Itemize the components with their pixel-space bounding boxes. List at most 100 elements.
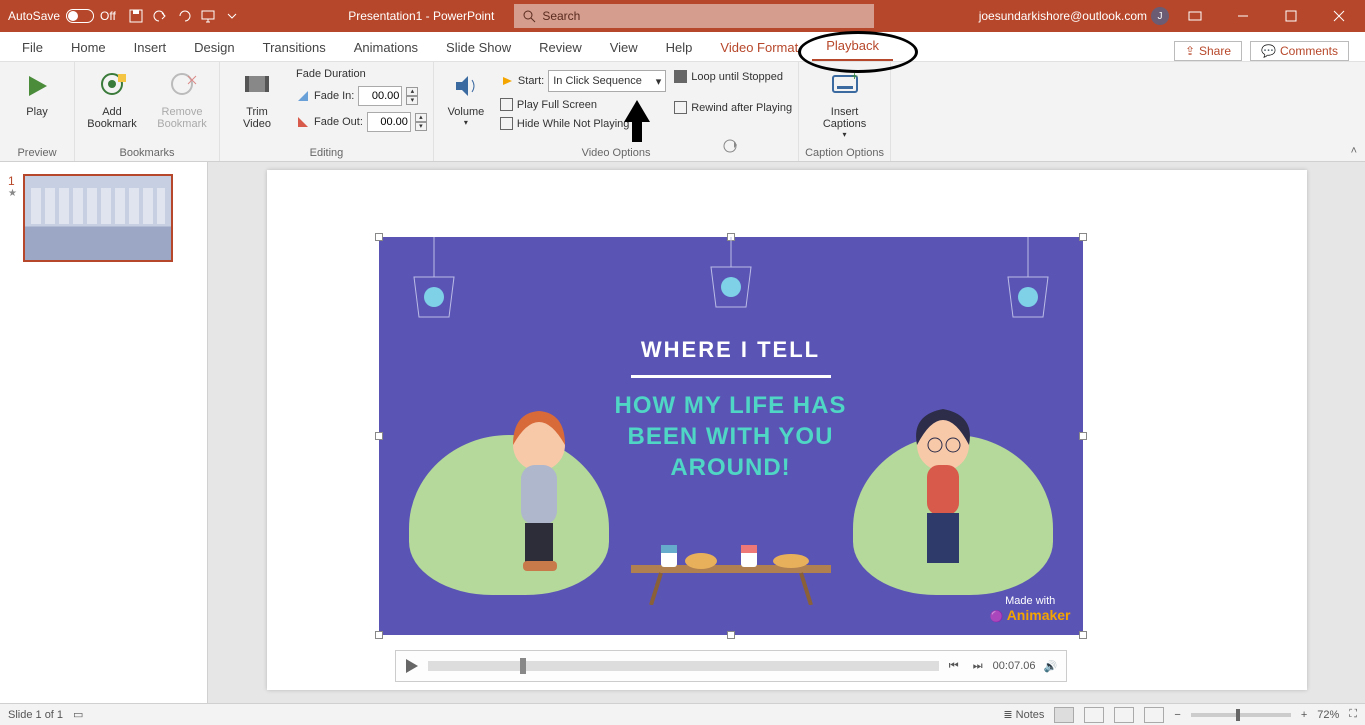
tab-slideshow[interactable]: Slide Show xyxy=(432,34,525,61)
video-frame: WHERE I TELL HOW MY LIFE HAS BEEN WITH Y… xyxy=(379,237,1083,635)
video-play-button[interactable] xyxy=(402,656,422,676)
tab-video-format[interactable]: Video Format xyxy=(706,34,812,61)
qat-more-button[interactable] xyxy=(220,4,244,28)
video-mute-button[interactable]: 🔊 xyxy=(1042,657,1060,675)
divider xyxy=(631,375,831,378)
accessibility-icon[interactable]: ▭ xyxy=(73,708,83,721)
tab-design[interactable]: Design xyxy=(180,34,248,61)
step-forward-button[interactable]: ⏭ xyxy=(969,657,987,675)
fade-in-icon xyxy=(296,89,310,103)
step-back-button[interactable]: ⏮ xyxy=(945,657,963,675)
character-right xyxy=(883,405,1003,605)
slide-counter[interactable]: Slide 1 of 1 xyxy=(8,709,63,721)
ribbon-display-button[interactable] xyxy=(1173,0,1217,32)
animaker-logo-icon: 🟣 xyxy=(990,611,1004,623)
trim-video-button[interactable]: Trim Video xyxy=(226,66,288,130)
zoom-out-button[interactable]: − xyxy=(1174,709,1180,721)
fade-in-up[interactable]: ▴ xyxy=(406,87,418,96)
tab-transitions[interactable]: Transitions xyxy=(249,34,340,61)
remove-bookmark-button: Remove Bookmark xyxy=(151,66,213,130)
undo-button[interactable] xyxy=(148,4,172,28)
save-button[interactable] xyxy=(124,4,148,28)
share-button[interactable]: ⇪Share xyxy=(1174,41,1242,61)
zoom-in-button[interactable]: + xyxy=(1301,709,1307,721)
video-object[interactable]: WHERE I TELL HOW MY LIFE HAS BEEN WITH Y… xyxy=(379,237,1083,635)
loop-until-stopped-checkbox[interactable]: Loop until Stopped xyxy=(674,70,792,83)
titlebar-center: Presentation1 - PowerPoint Search xyxy=(244,4,979,28)
start-dropdown[interactable]: In Click Sequence ▾ xyxy=(548,70,666,92)
bookmark-remove-icon xyxy=(166,70,198,102)
user-email[interactable]: joesundarkishore@outlook.com xyxy=(979,9,1147,23)
reading-view-button[interactable] xyxy=(1114,707,1134,723)
start-label: Start: xyxy=(518,75,544,87)
share-icon: ⇪ xyxy=(1185,44,1195,58)
zoom-thumb[interactable] xyxy=(1236,709,1240,721)
collapse-ribbon-button[interactable]: ˄ xyxy=(1351,145,1357,157)
volume-icon xyxy=(450,70,482,102)
autosave-label: AutoSave xyxy=(8,9,60,23)
table-icon xyxy=(631,545,831,605)
fade-in-input[interactable] xyxy=(358,86,402,106)
comments-button[interactable]: 💬Comments xyxy=(1250,41,1349,61)
tab-review[interactable]: Review xyxy=(525,34,596,61)
normal-view-button[interactable] xyxy=(1054,707,1074,723)
slideshow-view-button[interactable] xyxy=(1144,707,1164,723)
group-caption-options: + Insert Captions ▾ Caption Options xyxy=(799,62,891,161)
chevron-down-icon: ▾ xyxy=(656,75,662,88)
checkbox-icon xyxy=(500,98,513,111)
document-title: Presentation1 - PowerPoint xyxy=(348,9,494,23)
thumbnail-slide-1[interactable]: 1 ★ xyxy=(8,174,199,262)
tab-help[interactable]: Help xyxy=(652,34,707,61)
titlebar: AutoSave Off Presentation1 - PowerPoint … xyxy=(0,0,1365,32)
tab-home[interactable]: Home xyxy=(57,34,120,61)
video-seek-track[interactable] xyxy=(428,661,939,671)
zoom-slider[interactable] xyxy=(1191,713,1291,717)
lamp-icon xyxy=(993,237,1063,347)
seek-thumb[interactable] xyxy=(520,658,526,674)
slideshow-from-start-button[interactable] xyxy=(196,4,220,28)
tab-file[interactable]: File xyxy=(8,34,57,61)
fade-in-down[interactable]: ▾ xyxy=(406,96,418,105)
comment-icon: 💬 xyxy=(1261,44,1276,58)
play-icon xyxy=(21,70,53,102)
tab-animations[interactable]: Animations xyxy=(340,34,432,61)
fit-to-window-button[interactable]: ⛶ xyxy=(1349,708,1357,721)
toggle-icon xyxy=(66,9,94,23)
fade-out-input[interactable] xyxy=(367,112,411,132)
video-time: 00:07.06 xyxy=(993,660,1036,672)
slide-canvas[interactable]: WHERE I TELL HOW MY LIFE HAS BEEN WITH Y… xyxy=(208,162,1365,705)
fade-out-down[interactable]: ▾ xyxy=(415,122,427,131)
sorter-view-button[interactable] xyxy=(1084,707,1104,723)
tab-view[interactable]: View xyxy=(596,34,652,61)
animaker-watermark: Made with 🟣 Animaker xyxy=(990,595,1071,623)
chevron-down-icon: ▾ xyxy=(843,130,847,139)
volume-button[interactable]: Volume ▾ xyxy=(440,66,492,127)
play-button[interactable]: Play xyxy=(6,66,68,118)
fade-out-up[interactable]: ▴ xyxy=(415,113,427,122)
autosave-toggle[interactable]: AutoSave Off xyxy=(0,9,124,23)
search-input[interactable]: Search xyxy=(514,4,874,28)
avatar[interactable]: J xyxy=(1151,7,1169,25)
maximize-button[interactable] xyxy=(1269,0,1313,32)
tab-playback[interactable]: Playback xyxy=(812,32,893,61)
minimize-button[interactable] xyxy=(1221,0,1265,32)
video-text-line2: HOW MY LIFE HAS BEEN WITH YOU AROUND! xyxy=(615,390,847,484)
close-button[interactable] xyxy=(1317,0,1361,32)
ribbon-tabs: File Home Insert Design Transitions Anim… xyxy=(0,32,1365,62)
play-full-screen-checkbox[interactable]: Play Full Screen xyxy=(500,98,666,111)
chevron-down-icon: ▾ xyxy=(464,118,468,127)
autosave-state: Off xyxy=(100,9,116,23)
redo-button[interactable] xyxy=(172,4,196,28)
notes-button[interactable]: ≣ Notes xyxy=(1003,708,1044,721)
tab-insert[interactable]: Insert xyxy=(120,34,181,61)
group-editing: Trim Video Fade Duration Fade In: ▴▾ Fad… xyxy=(220,62,434,161)
insert-captions-button[interactable]: + Insert Captions ▾ xyxy=(814,66,876,139)
hide-while-not-playing-checkbox[interactable]: Hide While Not Playing xyxy=(500,117,666,130)
rewind-after-playing-checkbox[interactable]: Rewind after Playing xyxy=(674,101,792,114)
add-bookmark-button[interactable]: Add Bookmark xyxy=(81,66,143,130)
bookmark-add-icon xyxy=(96,70,128,102)
rotate-handle[interactable] xyxy=(722,138,738,154)
zoom-level[interactable]: 72% xyxy=(1317,709,1339,721)
workarea: 1 ★ xyxy=(0,162,1365,705)
fade-duration-label: Fade Duration xyxy=(296,68,427,80)
